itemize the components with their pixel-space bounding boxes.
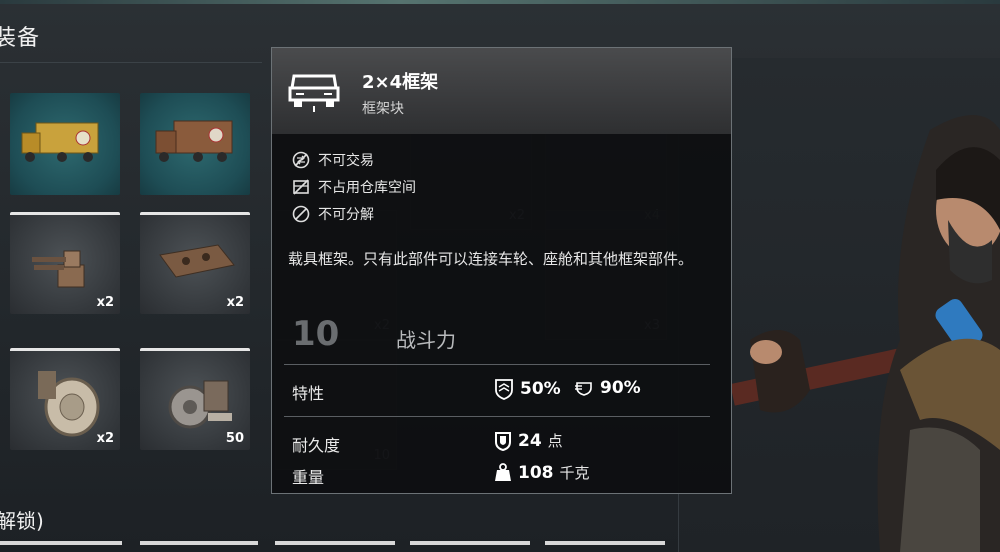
turret-icon	[32, 250, 85, 288]
weight-stat: 108 千克	[494, 462, 590, 483]
durability-shield-icon	[495, 431, 511, 451]
top-accent-line	[0, 0, 1000, 4]
no-dismantle-icon	[292, 205, 310, 223]
brown-truck-icon	[155, 120, 233, 162]
slot-count: 50	[225, 431, 244, 446]
weight-value: 108	[518, 462, 554, 483]
durability-value: 24	[518, 430, 542, 451]
property-no-trade: 不可交易	[292, 150, 374, 170]
inventory-slot-truck-yellow[interactable]	[10, 93, 120, 195]
slot-count: x2	[96, 431, 114, 446]
trait-stat-value: 90%	[600, 378, 641, 398]
slot-count: x2	[96, 295, 114, 310]
divider	[284, 416, 710, 417]
scrap-parts-icon	[168, 380, 232, 429]
slot-count: x2	[226, 295, 244, 310]
weight-icon	[495, 462, 511, 481]
tab-indicator[interactable]	[275, 541, 395, 545]
no-storage-icon	[293, 179, 309, 195]
section-title-equipment: 装备	[0, 26, 41, 51]
trait-stat-resist: 90%	[574, 378, 641, 398]
vehicle-frame-icon	[288, 74, 340, 112]
item-description: 载具框架。只有此部件可以连接车轮、座舱和其他框架部件。	[288, 250, 694, 268]
yellow-truck-icon	[21, 122, 99, 162]
traits-label: 特性	[292, 384, 325, 403]
frame-part-icon	[159, 244, 235, 278]
trait-stat-value: 50%	[520, 379, 561, 399]
trait-stat-armor: 50%	[494, 378, 561, 400]
shield-armor-icon	[495, 379, 513, 400]
inventory-slot-wheel[interactable]: x2	[10, 348, 120, 450]
tooltip-header: 2×4框架 框架块	[272, 48, 731, 134]
property-label: 不占用仓库空间	[318, 180, 416, 196]
property-no-storage: 不占用仓库空间	[292, 177, 416, 197]
inventory-slot-scrap[interactable]: 50	[140, 348, 250, 450]
tab-indicator[interactable]	[140, 541, 258, 545]
combat-power-label: 战斗力	[396, 328, 456, 352]
durability-label: 耐久度	[292, 436, 341, 455]
durability-unit: 点	[547, 432, 563, 450]
tab-indicator[interactable]	[0, 541, 122, 545]
section-title-unlock: 解锁)	[0, 509, 44, 533]
tab-indicator[interactable]	[545, 541, 665, 545]
no-trade-icon	[292, 151, 310, 169]
property-label: 不可交易	[318, 153, 374, 169]
inventory-slot-frame-part[interactable]: x2	[140, 212, 250, 314]
item-tooltip: 2×4框架 框架块 不可交易 不占用仓库空间 不可分解 载具框架。只有此部件可以…	[271, 47, 732, 494]
property-label: 不可分解	[318, 207, 374, 223]
property-no-dismantle: 不可分解	[292, 204, 374, 224]
durability-stat: 24 点	[494, 430, 563, 451]
weight-unit: 千克	[559, 464, 590, 482]
wheel-icon	[38, 371, 100, 437]
item-name: 2×4框架	[362, 72, 439, 93]
character-portrait	[730, 115, 1000, 552]
weight-label: 重量	[292, 468, 325, 487]
inventory-slot-truck-brown[interactable]	[140, 93, 250, 195]
inventory-slot-turret[interactable]: x2	[10, 212, 120, 314]
item-type: 框架块	[362, 101, 404, 117]
tab-indicator[interactable]	[410, 541, 530, 545]
divider	[284, 364, 710, 365]
resist-icon	[575, 382, 592, 396]
combat-power-value: 10	[292, 314, 340, 354]
